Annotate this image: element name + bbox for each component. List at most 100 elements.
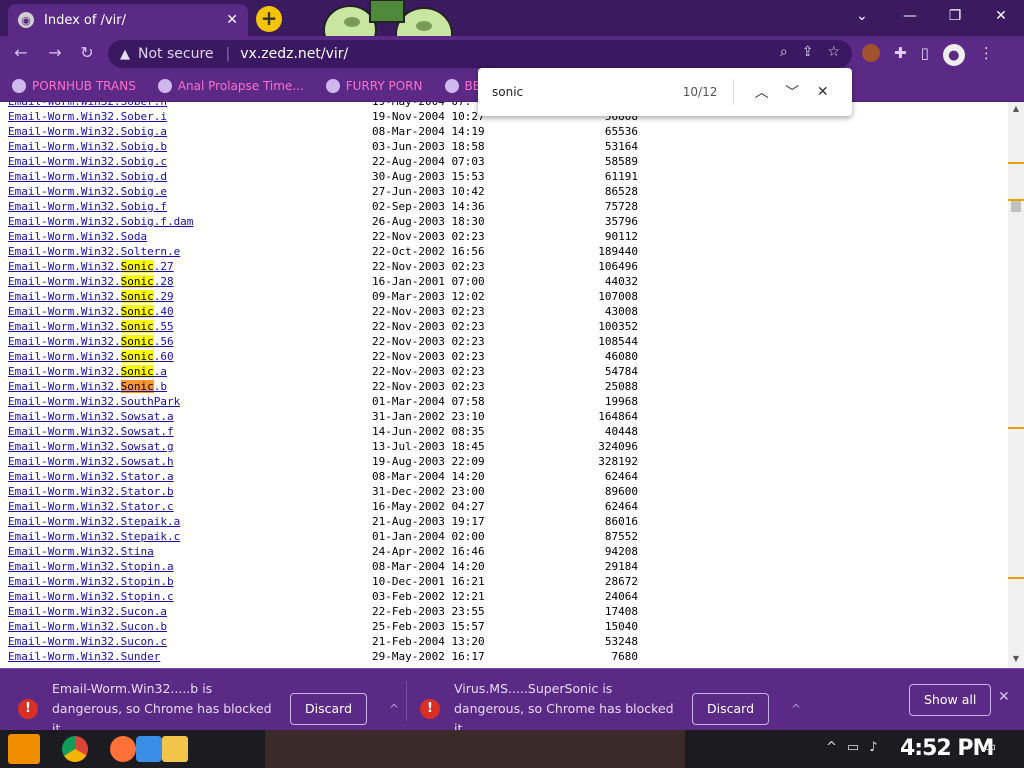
file-link[interactable]: Email-Worm.Win32.Stator.a <box>8 469 174 484</box>
file-link[interactable]: Email-Worm.Win32.Sucon.c <box>8 634 167 649</box>
chrome-icon[interactable] <box>62 736 88 762</box>
close-shelf-icon[interactable]: ✕ <box>998 689 1010 705</box>
file-size: 86016 <box>604 515 638 528</box>
file-link[interactable]: Email-Worm.Win32.Soltern.e <box>8 244 180 259</box>
close-window-button[interactable]: ✕ <box>981 4 1021 28</box>
tab-search-icon[interactable]: ⌄ <box>842 4 882 28</box>
file-link[interactable]: Email-Worm.Win32.Sobig.f <box>8 199 167 214</box>
back-icon[interactable]: ← <box>10 42 32 64</box>
file-date: 01-Jan-2004 02:00 <box>372 530 485 543</box>
share-icon[interactable]: ⇪ <box>802 44 814 60</box>
chevron-up-icon[interactable]: ^ <box>389 702 399 716</box>
minimize-button[interactable]: — <box>890 4 930 28</box>
file-link[interactable]: Email-Worm.Win32.Sobig.b <box>8 139 167 154</box>
find-next-icon[interactable]: ﹀ <box>777 82 808 102</box>
find-icon[interactable]: ⌕ <box>780 44 788 60</box>
file-link[interactable]: Email-Worm.Win32.Sober.i <box>8 109 167 124</box>
file-link[interactable]: Email-Worm.Win32.Stopin.c <box>8 589 174 604</box>
system-tray: ^ ▭ ♪ <box>826 740 878 755</box>
file-link[interactable]: Email-Worm.Win32.Sober.h <box>8 102 167 109</box>
globe-icon <box>12 78 26 93</box>
file-link[interactable]: Email-Worm.Win32.Sobig.e <box>8 184 167 199</box>
file-link[interactable]: Email-Worm.Win32.Sowsat.h <box>8 454 174 469</box>
file-link[interactable]: Email-Worm.Win32.Sunder <box>8 649 160 664</box>
profile-avatar[interactable]: ● <box>942 44 965 66</box>
restore-button[interactable]: ❐ <box>935 4 975 28</box>
bookmark-item[interactable]: Anal Prolapse Time... <box>157 78 304 93</box>
file-date: 08-Mar-2004 14:19 <box>372 125 485 138</box>
file-link[interactable]: Email-Worm.Win32.Sonic.b <box>8 379 167 394</box>
reload-icon[interactable]: ↻ <box>76 42 98 64</box>
file-link[interactable]: Email-Worm.Win32.Stopin.a <box>8 559 174 574</box>
file-link[interactable]: Email-Worm.Win32.Sonic.40 <box>8 304 174 319</box>
file-date: 21-Aug-2003 19:17 <box>372 515 485 528</box>
file-link[interactable]: Email-Worm.Win32.Sonic.29 <box>8 289 174 304</box>
danger-icon: ! <box>18 699 38 719</box>
new-tab-button[interactable]: + <box>256 6 282 32</box>
discard-button[interactable]: Discard <box>692 693 769 725</box>
file-link[interactable]: Email-Worm.Win32.Sowsat.g <box>8 439 174 454</box>
scroll-up-icon[interactable]: ▲ <box>1008 104 1024 113</box>
tab-active[interactable]: ◉ Index of /vir/ ✕ <box>8 4 248 36</box>
address-bar[interactable]: ▲ Not secure | vx.zedz.net/vir/ ⌕ ⇪ ☆ <box>108 40 852 68</box>
bookmark-star-icon[interactable]: ☆ <box>827 44 840 60</box>
volume-icon[interactable]: ♪ <box>869 740 877 755</box>
file-link[interactable]: Email-Worm.Win32.SouthPark <box>8 394 180 409</box>
folder-icon[interactable] <box>162 736 188 762</box>
file-size: 53164 <box>604 140 638 153</box>
bookmark-item[interactable]: FURRY PORN <box>325 78 423 93</box>
forward-icon[interactable]: → <box>44 42 66 64</box>
firefox-icon[interactable] <box>110 736 136 762</box>
file-link[interactable]: Email-Worm.Win32.Sowsat.f <box>8 424 174 439</box>
notification-icon[interactable]: ▭ <box>983 739 996 755</box>
file-link[interactable]: Email-Worm.Win32.Stepaik.c <box>8 529 180 544</box>
file-link[interactable]: Email-Worm.Win32.Sucon.a <box>8 604 167 619</box>
tab-close-icon[interactable]: ✕ <box>226 12 238 28</box>
file-link[interactable]: Email-Worm.Win32.Sonic.27 <box>8 259 174 274</box>
extension-avatar-icon[interactable] <box>862 44 880 62</box>
puzzle-icon[interactable]: ✚ <box>894 44 907 66</box>
file-link[interactable]: Email-Worm.Win32.Sonic.a <box>8 364 167 379</box>
file-link[interactable]: Email-Worm.Win32.Soda <box>8 229 147 244</box>
app-icon[interactable] <box>136 736 162 762</box>
security-label[interactable]: Not secure <box>138 46 214 62</box>
scroll-down-icon[interactable]: ▼ <box>1008 654 1024 663</box>
file-link[interactable]: Email-Worm.Win32.Sonic.28 <box>8 274 174 289</box>
file-link[interactable]: Email-Worm.Win32.Sucon.b <box>8 619 167 634</box>
file-link[interactable]: Email-Worm.Win32.Sobig.d <box>8 169 167 184</box>
file-link[interactable]: Email-Worm.Win32.Stopin.b <box>8 574 174 589</box>
file-size: 19968 <box>604 395 638 408</box>
scrollbar-thumb[interactable] <box>1011 200 1021 212</box>
start-button[interactable] <box>8 734 40 764</box>
file-link[interactable]: Email-Worm.Win32.Sobig.c <box>8 154 167 169</box>
file-date: 16-May-2002 04:27 <box>372 500 485 513</box>
file-link[interactable]: Email-Worm.Win32.Sobig.a <box>8 124 167 139</box>
file-link[interactable]: Email-Worm.Win32.Sonic.55 <box>8 319 174 334</box>
network-icon[interactable]: ▭ <box>847 740 859 755</box>
tray-overflow-icon[interactable]: ^ <box>826 740 837 755</box>
show-all-button[interactable]: Show all <box>909 684 992 716</box>
file-link[interactable]: Email-Worm.Win32.Stator.c <box>8 499 174 514</box>
clock[interactable]: 4:52 PM <box>900 736 994 761</box>
file-size: 89600 <box>604 485 638 498</box>
file-size: 100352 <box>598 320 638 333</box>
scrollbar[interactable]: ▲ ▼ <box>1008 102 1024 668</box>
file-link[interactable]: Email-Worm.Win32.Stepaik.a <box>8 514 180 529</box>
side-panel-icon[interactable]: ▯ <box>921 44 929 66</box>
menu-icon[interactable]: ⋮ <box>979 44 994 66</box>
file-link[interactable]: Email-Worm.Win32.Stina <box>8 544 154 559</box>
file-date: 22-Nov-2003 02:23 <box>372 305 485 318</box>
find-previous-icon[interactable]: ︿ <box>746 82 777 102</box>
find-close-icon[interactable]: ✕ <box>807 84 838 100</box>
chevron-up-icon[interactable]: ^ <box>791 702 801 716</box>
discard-button[interactable]: Discard <box>290 693 367 725</box>
file-link[interactable]: Email-Worm.Win32.Stator.b <box>8 484 174 499</box>
find-input[interactable]: sonic <box>492 85 664 99</box>
warning-icon[interactable]: ▲ <box>120 47 130 62</box>
file-link[interactable]: Email-Worm.Win32.Sonic.56 <box>8 334 174 349</box>
file-link[interactable]: Email-Worm.Win32.Sonic.60 <box>8 349 174 364</box>
file-link[interactable]: Email-Worm.Win32.Sobig.f.dam <box>8 214 193 229</box>
bookmark-item[interactable]: PORNHUB TRANS <box>12 78 136 93</box>
file-link[interactable]: Email-Worm.Win32.Sowsat.a <box>8 409 174 424</box>
url-text[interactable]: vx.zedz.net/vir/ <box>240 46 348 62</box>
